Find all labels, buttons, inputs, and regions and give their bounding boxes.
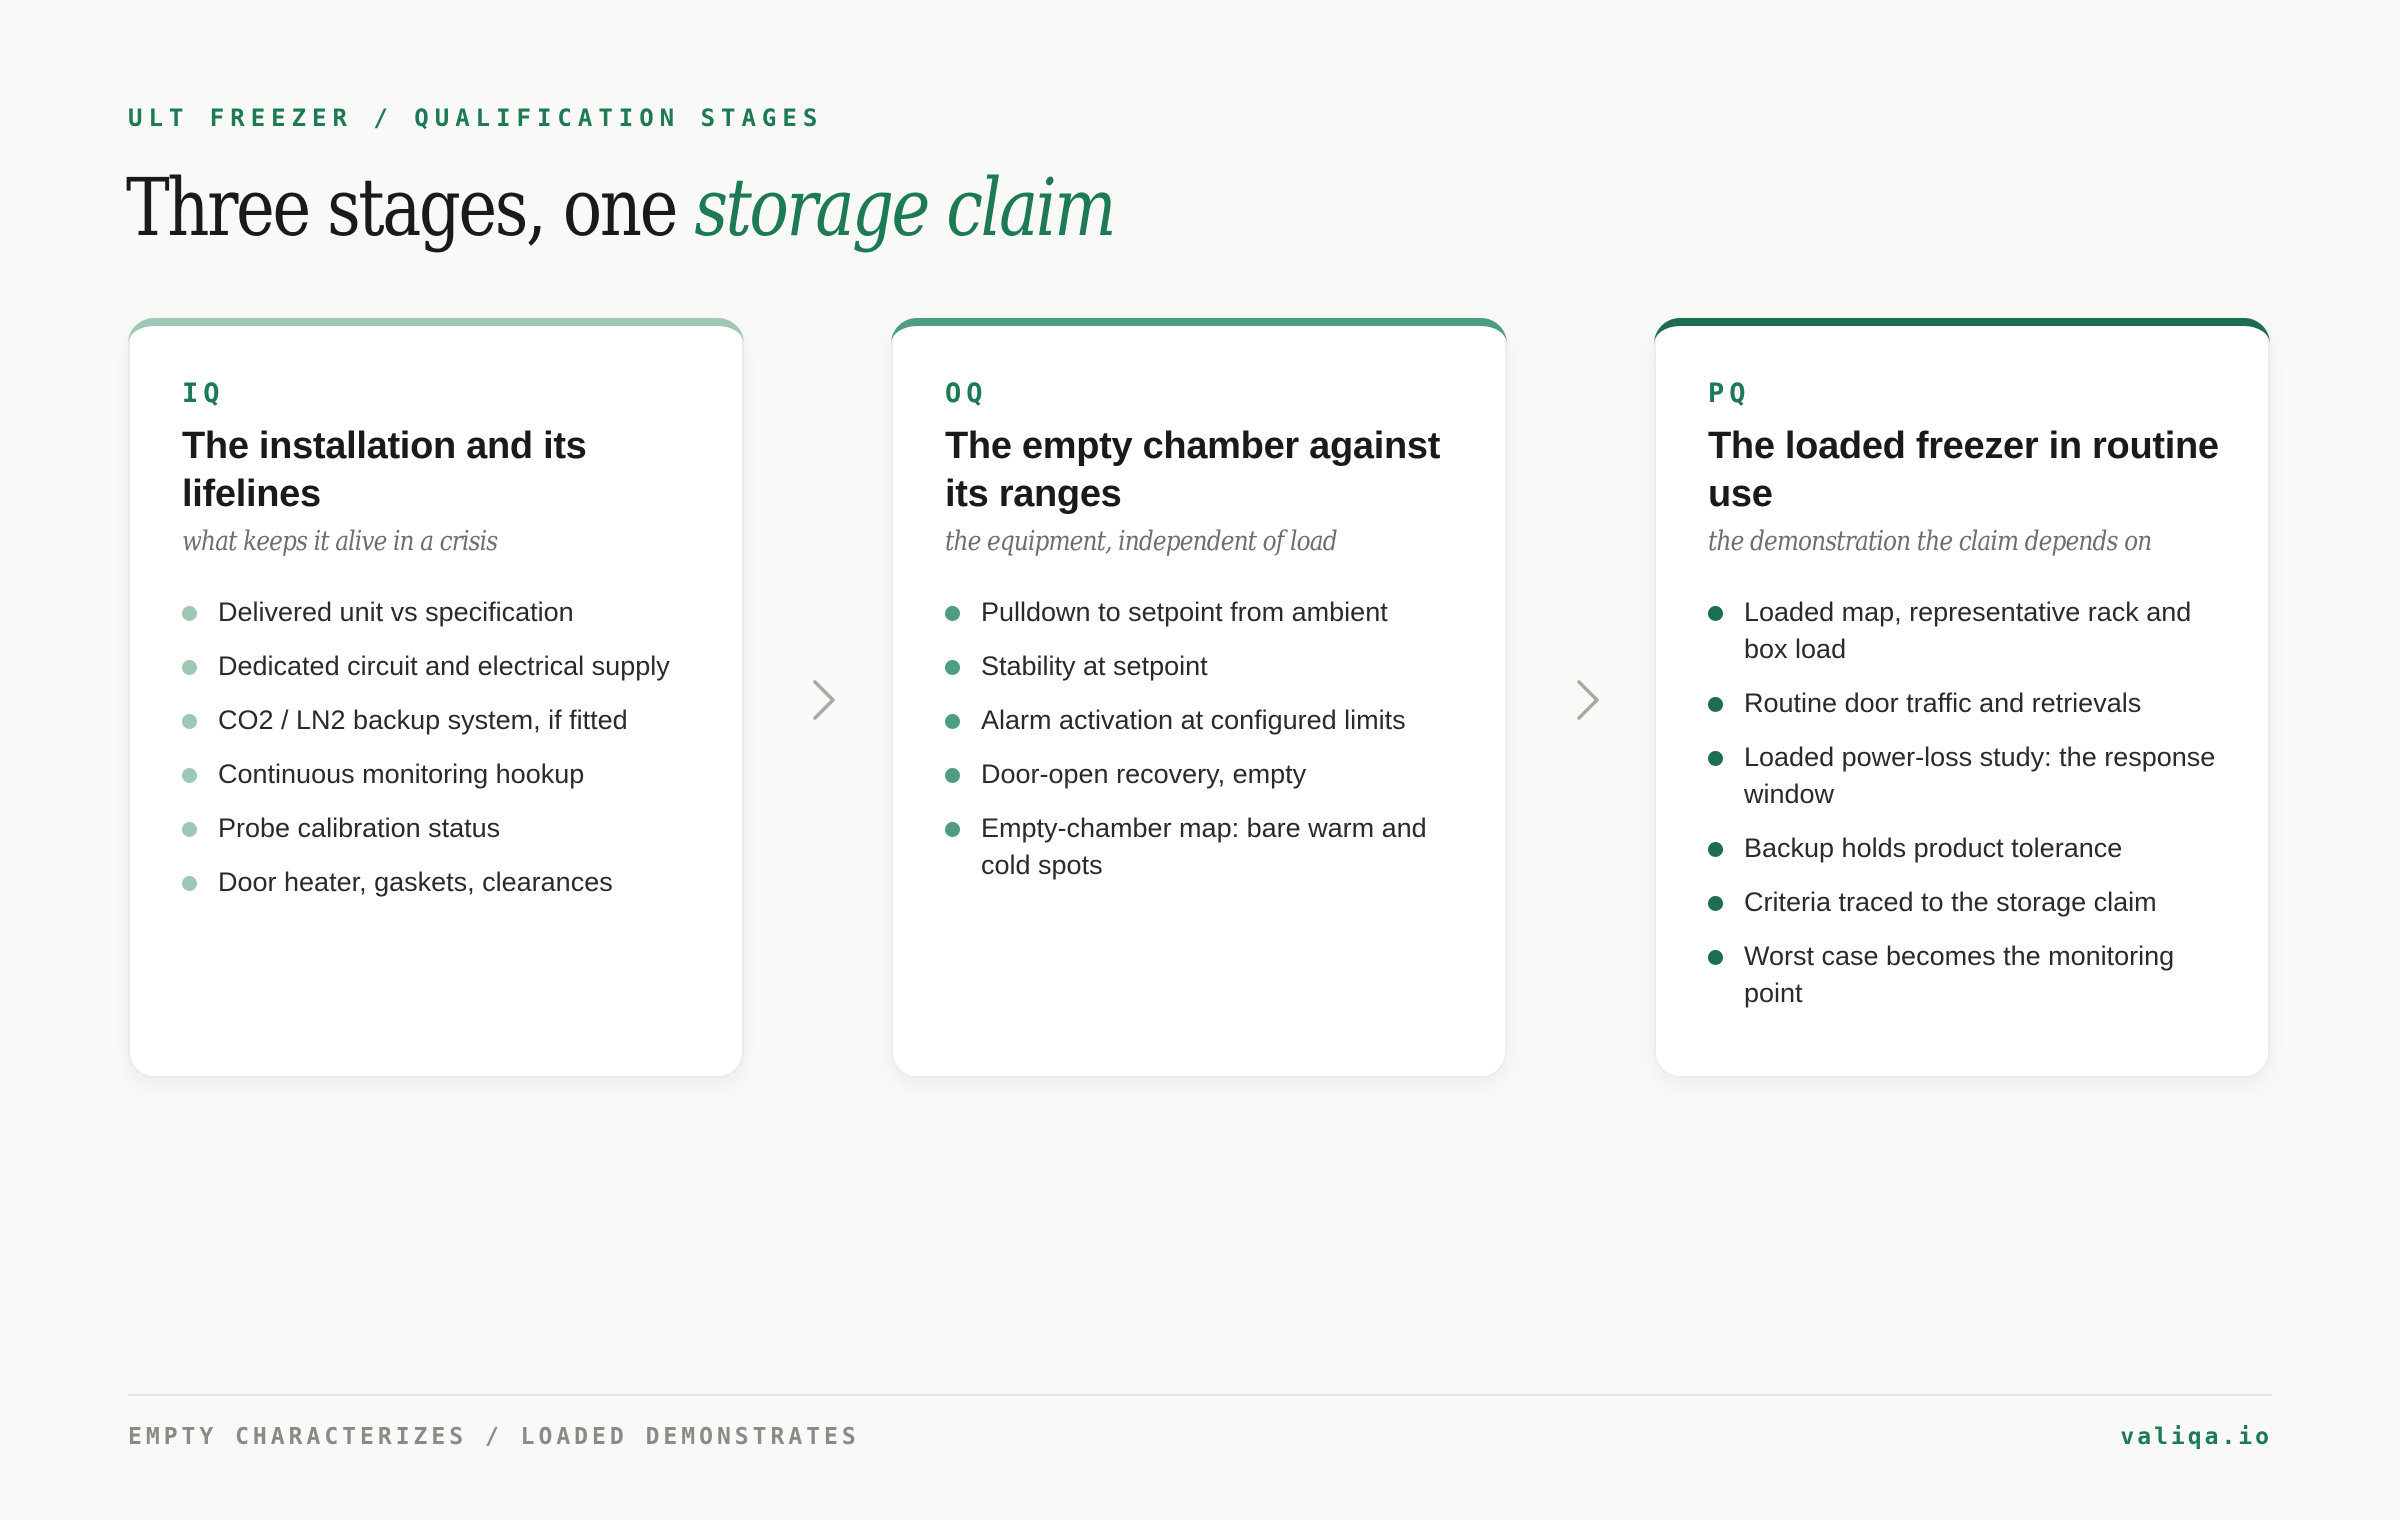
bullet-dot-icon [182,822,197,837]
page-title: Three stages, one storage claim [126,148,1116,268]
stage-card-iq: IQ The installation and its lifelines wh… [128,318,744,1078]
bullet-dot-icon [1708,606,1723,621]
list-item: Loaded power-loss study: the response wi… [1708,739,2228,813]
stage-subtitle: the equipment, independent of load [945,526,1338,557]
stage-item-list: Delivered unit vs specification Dedicate… [182,594,702,918]
list-item-text: Door-open recovery, empty [981,759,1307,789]
list-item: Loaded map, representative rack and box … [1708,594,2228,668]
stage-tag: OQ [945,378,988,409]
bullet-dot-icon [945,714,960,729]
page-title-main: Three stages, one [126,161,695,254]
list-item: Delivered unit vs specification [182,594,702,631]
bullet-dot-icon [945,660,960,675]
stage-item-list: Loaded map, representative rack and box … [1708,594,2228,1029]
stage-card-pq: PQ The loaded freezer in routine use the… [1654,318,2270,1078]
stage-title: The empty chamber against its ranges [945,425,1441,515]
list-item: Criteria traced to the storage claim [1708,884,2228,921]
bullet-dot-icon [1708,896,1723,911]
bullet-dot-icon [945,822,960,837]
page-title-accent: storage claim [694,161,1116,254]
list-item-text: Door heater, gaskets, clearances [218,867,613,897]
list-item-text: Routine door traffic and retrievals [1744,688,2142,718]
list-item: Probe calibration status [182,810,702,847]
list-item: Worst case becomes the monitoring point [1708,938,2228,1012]
list-item: Door-open recovery, empty [945,756,1465,793]
list-item: Door heater, gaskets, clearances [182,864,702,901]
eyebrow-label: ULT FREEZER / QUALIFICATION STAGES [128,104,824,132]
footer-caption: EMPTY CHARACTERIZES / LOADED DEMONSTRATE… [128,1424,860,1450]
list-item-text: CO2 / LN2 backup system, if fitted [218,705,628,735]
list-item: Routine door traffic and retrievals [1708,685,2228,722]
bullet-dot-icon [1708,842,1723,857]
bullet-dot-icon [1708,950,1723,965]
list-item: Empty-chamber map: bare warm and cold sp… [945,810,1465,884]
stage-title: The installation and its lifelines [182,425,587,515]
list-item-text: Probe calibration status [218,813,501,843]
bullet-dot-icon [1708,697,1723,712]
list-item-text: Criteria traced to the storage claim [1744,887,2157,917]
chevron-right-icon [1573,676,1603,724]
list-item: Stability at setpoint [945,648,1465,685]
stage-item-list: Pulldown to setpoint from ambient Stabil… [945,594,1465,901]
list-item-text: Dedicated circuit and electrical supply [218,651,670,681]
list-item: Dedicated circuit and electrical supply [182,648,702,685]
bullet-dot-icon [945,768,960,783]
footer-brand-link[interactable]: valiqa.io [2120,1424,2272,1450]
list-item-text: Loaded power-loss study: the response wi… [1744,742,2216,809]
stage-tag: PQ [1708,378,1751,409]
list-item-text: Worst case becomes the monitoring point [1744,941,2175,1008]
stage-subtitle: the demonstration the claim depends on [1708,526,2152,557]
list-item: Alarm activation at configured limits [945,702,1465,739]
list-item: CO2 / LN2 backup system, if fitted [182,702,702,739]
list-item-text: Loaded map, representative rack and box … [1744,597,2192,664]
list-item-text: Empty-chamber map: bare warm and cold sp… [981,813,1427,880]
list-item-text: Stability at setpoint [981,651,1208,681]
list-item: Continuous monitoring hookup [182,756,702,793]
bullet-dot-icon [182,660,197,675]
stage-card-oq: OQ The empty chamber against its ranges … [891,318,1507,1078]
list-item-text: Backup holds product tolerance [1744,833,2123,863]
bullet-dot-icon [182,714,197,729]
bullet-dot-icon [182,876,197,891]
stage-tag: IQ [182,378,225,409]
list-item-text: Alarm activation at configured limits [981,705,1406,735]
bullet-dot-icon [182,606,197,621]
list-item-text: Continuous monitoring hookup [218,759,585,789]
stage-title: The loaded freezer in routine use [1708,425,2219,515]
list-item-text: Pulldown to setpoint from ambient [981,597,1388,627]
chevron-right-icon [809,676,839,724]
list-item-text: Delivered unit vs specification [218,597,574,627]
list-item: Pulldown to setpoint from ambient [945,594,1465,631]
footer-divider [128,1394,2272,1396]
list-item: Backup holds product tolerance [1708,830,2228,867]
bullet-dot-icon [1708,751,1723,766]
stage-subtitle: what keeps it alive in a crisis [182,526,498,557]
bullet-dot-icon [182,768,197,783]
bullet-dot-icon [945,606,960,621]
